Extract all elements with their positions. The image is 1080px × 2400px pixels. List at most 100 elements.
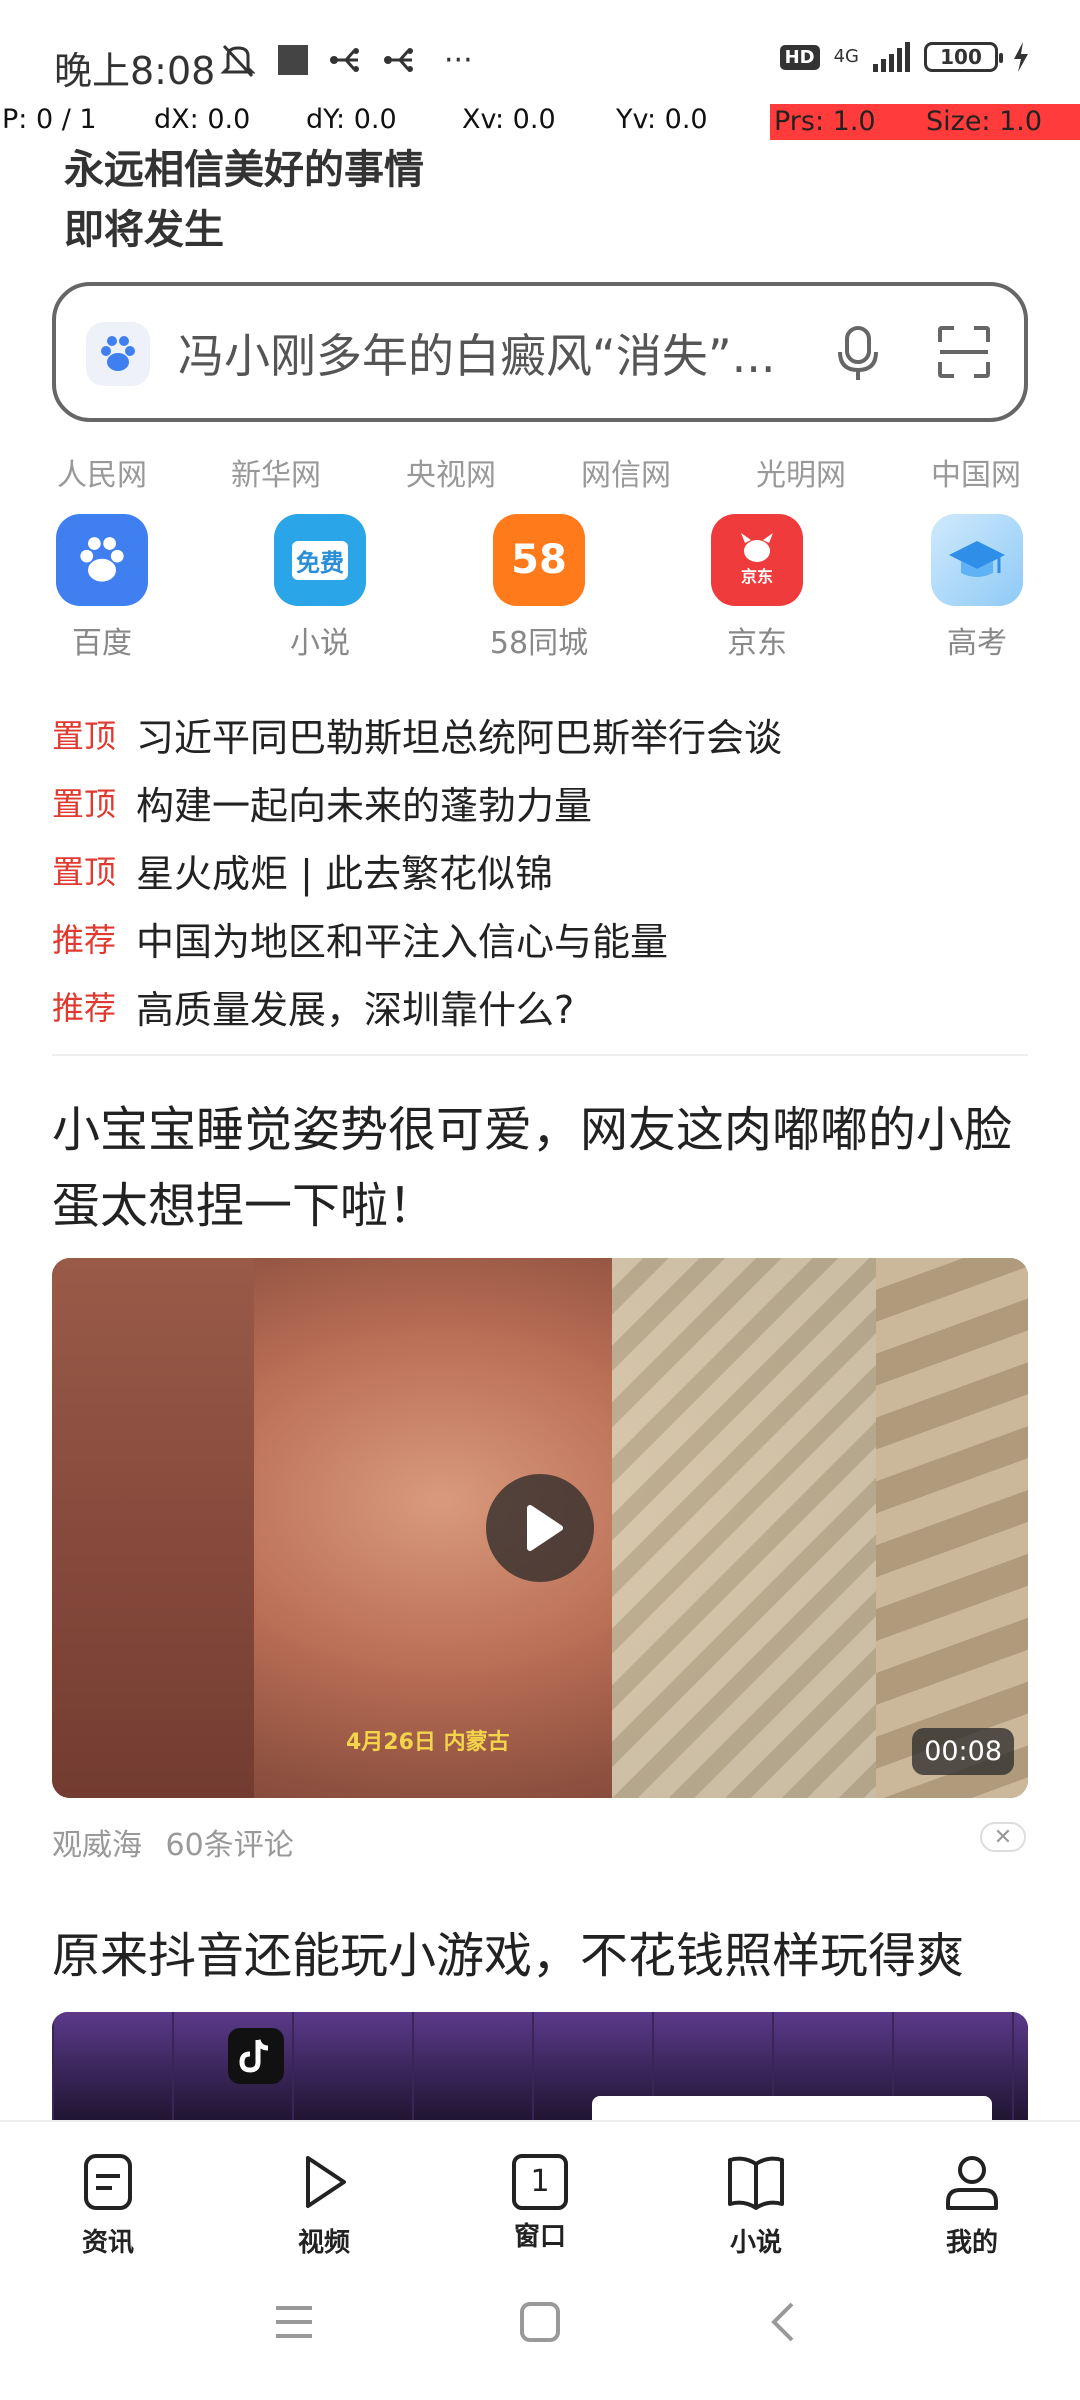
headline-text: 高质量发展，深圳靠什么? (136, 987, 575, 1032)
bottom-navigation: 资讯 视频 1 窗口 小说 我的 (0, 2120, 1080, 2260)
microphone-icon[interactable] (834, 324, 882, 384)
user-icon (946, 2156, 998, 2210)
status-time: 晚上8:08 (54, 49, 216, 93)
battery-level: 100 (940, 45, 982, 69)
mute-icon (220, 44, 256, 78)
debug-prs: Prs: 1.0 (770, 104, 922, 140)
video-frame-fabric (612, 1258, 876, 1798)
usb-share-icon (384, 48, 413, 72)
nav-news[interactable]: 资讯 (48, 2152, 168, 2259)
slogan: 永远相信美好的事情 即将发生 (64, 140, 424, 260)
window-count-icon: 1 (512, 2154, 568, 2210)
app-jd[interactable]: 京东 京东 (682, 514, 832, 662)
headline-item[interactable]: 置顶 星火成炬 | 此去繁花似锦 (52, 836, 1028, 904)
nav-video[interactable]: 视频 (264, 2152, 384, 2259)
jd-dog-icon: 京东 (711, 514, 803, 606)
pinned-tag: 置顶 (52, 853, 117, 891)
source-link[interactable]: 央视网 (406, 450, 496, 494)
recommend-tag: 推荐 (52, 989, 117, 1027)
headline-text: 中国为地区和平注入信心与能量 (136, 919, 669, 964)
video-duration: 00:08 (912, 1728, 1014, 1775)
app-baidu[interactable]: 百度 (27, 514, 177, 662)
nav-label: 我的 (945, 2228, 998, 2258)
menu-icon[interactable] (272, 2302, 316, 2342)
video-frame-right (876, 1258, 1028, 1798)
source-link[interactable]: 新华网 (231, 450, 321, 494)
back-icon[interactable] (768, 2300, 798, 2344)
article-thumbnail[interactable] (52, 2012, 1028, 2122)
app-label: 百度 (72, 626, 132, 661)
feed-article-title[interactable]: 小宝宝睡觉姿势很可爱，网友这肉嘟嘟的小脸蛋太想捏一下啦！ (52, 1092, 1032, 1244)
headline-item[interactable]: 置顶 习近平同巴勒斯坦总统阿巴斯举行会谈 (52, 700, 1028, 768)
status-bar: 晚上8:08 ··· HD 4G 100 (0, 0, 1080, 100)
feed-article-title[interactable]: 原来抖音还能玩小游戏，不花钱照样玩得爽 (52, 1918, 1032, 1994)
pinned-tag: 置顶 (52, 717, 117, 755)
divider (52, 1054, 1028, 1056)
baidu-paw-icon (56, 514, 148, 606)
video-frame-left (52, 1258, 254, 1798)
slogan-line-1: 永远相信美好的事情 (64, 147, 424, 193)
app-novel[interactable]: 免费 小说 (245, 514, 395, 662)
system-navigation-bar (0, 2260, 1080, 2400)
debug-size: Size: 1.0 (922, 104, 1080, 140)
usb-share-icon (330, 48, 359, 72)
source-link[interactable]: 人民网 (57, 450, 147, 494)
pointer-debug-overlay: P: 0 / 1 dX: 0.0 dY: 0.0 Xv: 0.0 Yv: 0.0… (0, 104, 1080, 140)
video-thumbnail[interactable]: 4月26日 内蒙古 00:08 (52, 1258, 1028, 1798)
recommend-tag: 推荐 (52, 921, 117, 959)
book-icon (728, 2156, 784, 2210)
debug-xv: Xv: 0.0 (462, 104, 556, 135)
app-label: 小说 (290, 626, 350, 661)
home-icon[interactable] (518, 2300, 562, 2344)
shortcut-apps: 百度 免费 小说 58 58同城 京东 京东 高考 (0, 514, 1080, 664)
debug-dx: dX: 0.0 (154, 104, 251, 135)
pinned-tag: 置顶 (52, 785, 117, 823)
graduation-cap-icon (931, 514, 1023, 606)
signal-icon (873, 42, 910, 72)
nav-me[interactable]: 我的 (912, 2152, 1032, 2259)
news-source-links: 人民网 新华网 央视网 网信网 光明网 中国网 (0, 450, 1080, 494)
network-label: 4G (833, 46, 859, 67)
app-badge: 京东 (740, 567, 773, 586)
debug-dy: dY: 0.0 (306, 104, 397, 135)
headline-text: 构建一起向未来的蓬勃力量 (136, 783, 593, 828)
app-label: 高考 (947, 626, 1007, 661)
headline-item[interactable]: 推荐 中国为地区和平注入信心与能量 (52, 904, 1028, 972)
comment-count: 60条评论 (165, 1828, 294, 1863)
top-headlines: 置顶 习近平同巴勒斯坦总统阿巴斯举行会谈 置顶 构建一起向未来的蓬勃力量 置顶 … (52, 700, 1028, 1040)
more-notifications-icon: ··· (444, 42, 473, 78)
source-link[interactable]: 中国网 (931, 450, 1021, 494)
article-source: 观威海 (52, 1828, 142, 1863)
source-link[interactable]: 光明网 (756, 450, 846, 494)
charging-icon (1014, 42, 1028, 72)
stop-square-icon (278, 45, 308, 75)
search-input[interactable]: 冯小刚多年的白癜风“消失”... (178, 320, 788, 386)
58-logo-icon: 58 (493, 514, 585, 606)
slogan-line-2: 即将发生 (64, 207, 224, 253)
app-label: 58同城 (489, 626, 589, 661)
search-box[interactable]: 冯小刚多年的白癜风“消失”... (52, 282, 1028, 422)
headline-item[interactable]: 推荐 高质量发展，深圳靠什么? (52, 972, 1028, 1040)
dismiss-close-icon[interactable]: ✕ (980, 1822, 1026, 1852)
tiktok-logo-icon (228, 2028, 284, 2084)
nav-novel[interactable]: 小说 (696, 2152, 816, 2259)
nav-windows[interactable]: 1 窗口 (480, 2152, 600, 2253)
app-gaokao[interactable]: 高考 (902, 514, 1052, 662)
app-badge: 免费 (292, 540, 348, 580)
news-icon (84, 2154, 132, 2210)
scan-icon[interactable] (936, 324, 992, 380)
nav-label: 视频 (297, 2228, 350, 2258)
video-play-icon (306, 2156, 346, 2208)
hd-badge: HD (779, 44, 820, 70)
app-58[interactable]: 58 58同城 (464, 514, 614, 662)
video-caption: 4月26日 内蒙古 (346, 1730, 510, 1755)
headline-text: 星火成炬 | 此去繁花似锦 (136, 851, 553, 896)
headline-item[interactable]: 置顶 构建一起向未来的蓬勃力量 (52, 768, 1028, 836)
play-icon[interactable] (486, 1474, 594, 1582)
window-count: 1 (530, 2164, 550, 2199)
source-link[interactable]: 网信网 (581, 450, 671, 494)
search-banner (592, 2096, 992, 2122)
nav-label: 小说 (729, 2228, 782, 2258)
headline-text: 习近平同巴勒斯坦总统阿巴斯举行会谈 (136, 715, 783, 760)
debug-yv: Yv: 0.0 (616, 104, 708, 135)
